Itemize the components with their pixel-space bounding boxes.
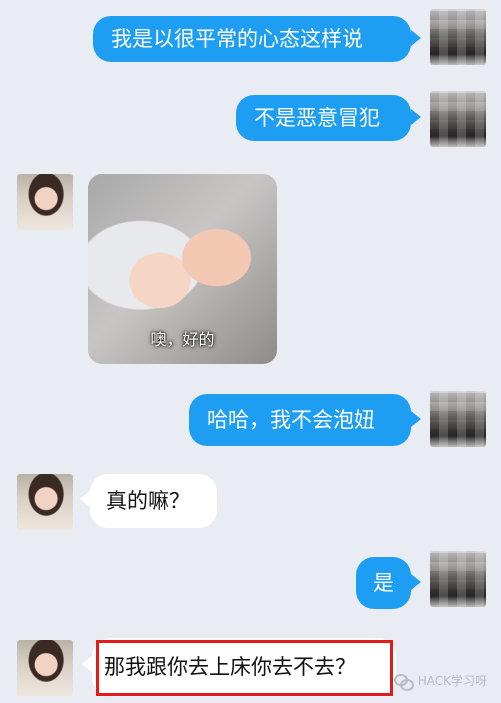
message-text: 是 [373, 570, 394, 595]
contact-avatar[interactable] [17, 474, 73, 530]
bubble-tail [411, 30, 421, 46]
message-bubble-outgoing[interactable]: 是 [356, 557, 411, 609]
message-text: 我是以很平常的心态这样说 [111, 26, 363, 51]
my-avatar[interactable] [430, 391, 486, 447]
message-text: 真的嘛？ [106, 488, 190, 513]
bubble-tail [82, 656, 92, 672]
wechat-icon [393, 673, 414, 691]
contact-avatar[interactable] [17, 174, 73, 230]
bubble-tail [411, 574, 421, 590]
message-bubble-outgoing[interactable]: 不是恶意冒犯 [236, 95, 411, 141]
image-caption: 噢，好的 [150, 330, 215, 349]
message-text: 哈哈，我不会泡妞 [207, 407, 375, 432]
bubble-tail [80, 491, 90, 507]
message-bubble-incoming[interactable]: 真的嘛？ [90, 474, 217, 528]
watermark-text: HACK学习呀 [417, 674, 487, 688]
my-avatar[interactable] [430, 551, 486, 607]
bubble-tail [411, 411, 421, 427]
image-message[interactable]: 噢，好的 [88, 174, 277, 364]
watermark: HACK学习呀 [393, 672, 487, 691]
bubble-tail [411, 109, 421, 125]
my-avatar[interactable] [430, 91, 486, 147]
message-bubble-outgoing[interactable]: 我是以很平常的心态这样说 [93, 16, 411, 62]
my-avatar[interactable] [430, 9, 486, 65]
contact-avatar[interactable] [17, 640, 73, 696]
message-bubble-outgoing[interactable]: 哈哈，我不会泡妞 [189, 394, 411, 446]
message-text: 不是恶意冒犯 [254, 105, 380, 130]
red-highlight-box [96, 640, 393, 696]
